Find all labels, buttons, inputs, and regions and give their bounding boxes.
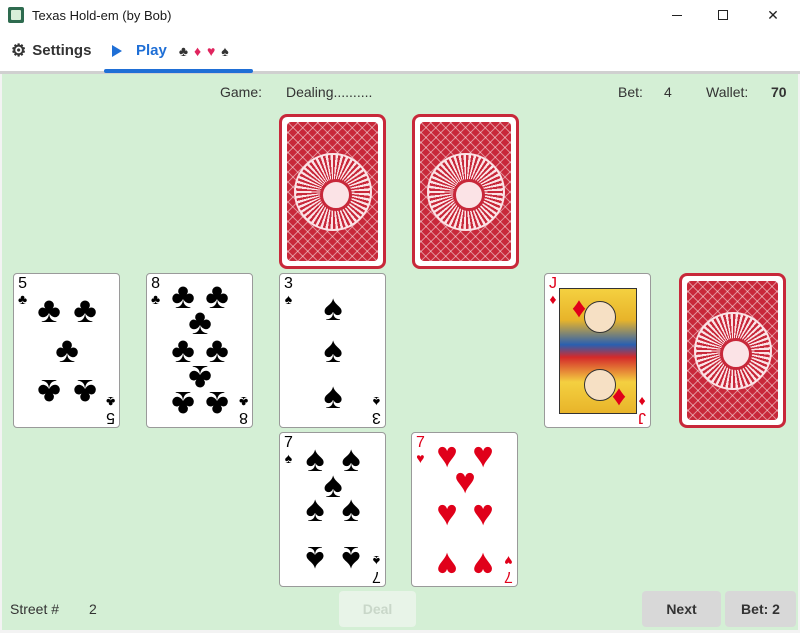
card-7-spades: 7 ♠ ♠ ♠ ♠ ♠ ♠ ♠ ♠ 7 ♠ bbox=[279, 432, 386, 587]
card-rank: J bbox=[549, 275, 557, 292]
card-rank: 8 bbox=[238, 409, 248, 426]
window-title: Texas Hold-em (by Bob) bbox=[32, 7, 172, 23]
heart-icon: ♥ bbox=[206, 42, 217, 59]
spade-pip: ♠ bbox=[323, 329, 343, 370]
card-rank: J bbox=[638, 409, 646, 426]
club-pip: ♣ bbox=[37, 289, 61, 330]
card-back-top-right bbox=[412, 114, 519, 269]
club-pip: ♣ bbox=[171, 384, 195, 425]
card-suit: ♣ bbox=[18, 291, 28, 307]
street-value: 2 bbox=[89, 601, 97, 617]
spade-pip: ♠ bbox=[323, 375, 343, 416]
bet-button[interactable]: Bet: 2 bbox=[725, 591, 796, 627]
card-5-clubs: 5 ♣ ♣ ♣ ♣ ♣ ♣ 5 ♣ bbox=[13, 273, 120, 428]
tab-settings-label: Settings bbox=[32, 42, 92, 59]
maximize-icon bbox=[718, 10, 728, 20]
diamond-pip: ♦ bbox=[571, 292, 587, 323]
close-button[interactable]: ✕ bbox=[750, 0, 796, 30]
card-jack-diamonds: J ♦ ♦ ♦ J ♦ bbox=[544, 273, 651, 428]
card-back-top-left bbox=[279, 114, 386, 269]
card-suit: ♣ bbox=[238, 394, 248, 410]
minimize-button[interactable] bbox=[654, 0, 700, 30]
deal-button[interactable]: Deal bbox=[339, 591, 416, 627]
spade-icon: ♠ bbox=[221, 42, 230, 59]
diamond-pip: ♦ bbox=[611, 380, 627, 411]
maximize-button[interactable] bbox=[700, 0, 746, 30]
card-rank: 7 bbox=[284, 434, 293, 451]
bet-label: Bet: bbox=[618, 84, 643, 100]
card-rank: 7 bbox=[372, 568, 381, 585]
wallet-label: Wallet: bbox=[706, 84, 749, 100]
card-suit: ♦ bbox=[549, 291, 557, 307]
heart-pip: ♥ bbox=[436, 545, 458, 586]
card-rank: 3 bbox=[284, 275, 293, 292]
card-back-right bbox=[679, 273, 786, 428]
card-suit: ♥ bbox=[416, 450, 425, 466]
card-suit: ♠ bbox=[372, 394, 381, 410]
club-pip: ♣ bbox=[37, 372, 61, 413]
gear-icon: ⚙ bbox=[11, 40, 27, 60]
card-rank: 7 bbox=[504, 568, 513, 585]
street-label: Street # bbox=[10, 601, 60, 617]
diamond-icon: ♦ bbox=[193, 42, 203, 59]
card-rank: 8 bbox=[151, 275, 161, 292]
spade-pip: ♠ bbox=[323, 287, 343, 328]
spade-pip: ♠ bbox=[341, 539, 361, 580]
tab-play[interactable]: Play ♣ ♦ ♥ ♠ bbox=[112, 30, 230, 71]
club-pip: ♣ bbox=[73, 372, 97, 413]
club-icon: ♣ bbox=[178, 42, 190, 59]
card-rank: 7 bbox=[416, 434, 425, 451]
title-bar: Texas Hold-em (by Bob) ✕ bbox=[0, 0, 800, 30]
card-rank: 5 bbox=[18, 275, 28, 292]
bet-value: 4 bbox=[664, 84, 672, 100]
card-suit: ♦ bbox=[638, 394, 646, 410]
suits-icons: ♣ ♦ ♥ ♠ bbox=[179, 43, 230, 59]
card-suit: ♠ bbox=[372, 553, 381, 569]
game-label: Game: bbox=[220, 84, 263, 100]
active-tab-indicator bbox=[104, 69, 253, 73]
card-3-spades: 3 ♠ ♠ ♠ ♠ 3 ♠ bbox=[279, 273, 386, 428]
wallet-value: 70 bbox=[771, 84, 787, 100]
card-suit: ♥ bbox=[504, 553, 513, 569]
card-suit: ♠ bbox=[284, 450, 293, 466]
club-pip: ♣ bbox=[73, 289, 97, 330]
tab-bar: ⚙ Settings Play ♣ ♦ ♥ ♠ bbox=[0, 30, 800, 74]
spade-pip: ♠ bbox=[305, 488, 325, 529]
heart-pip: ♥ bbox=[436, 492, 458, 533]
spade-pip: ♠ bbox=[341, 488, 361, 529]
app-icon bbox=[8, 7, 24, 23]
heart-pip: ♥ bbox=[472, 492, 494, 533]
game-status: Dealing.......... bbox=[286, 84, 373, 100]
club-pip: ♣ bbox=[205, 384, 229, 425]
spade-pip: ♠ bbox=[305, 539, 325, 580]
club-pip: ♣ bbox=[55, 329, 79, 370]
card-suit: ♠ bbox=[284, 291, 293, 307]
tab-settings[interactable]: ⚙ Settings bbox=[11, 30, 91, 71]
card-7-hearts: 7 ♥ ♥ ♥ ♥ ♥ ♥ ♥ ♥ 7 ♥ bbox=[411, 432, 518, 587]
minimize-icon bbox=[672, 14, 682, 16]
tab-play-label: Play bbox=[136, 42, 167, 59]
card-suit: ♣ bbox=[151, 291, 161, 307]
card-rank: 5 bbox=[105, 409, 115, 426]
card-suit: ♣ bbox=[105, 394, 115, 410]
play-icon bbox=[112, 44, 122, 57]
card-8-clubs: 8 ♣ ♣ ♣ ♣ ♣ ♣ ♣ ♣ ♣ 8 ♣ bbox=[146, 273, 253, 428]
next-button[interactable]: Next bbox=[642, 591, 721, 627]
heart-pip: ♥ bbox=[472, 545, 494, 586]
card-rank: 3 bbox=[372, 409, 381, 426]
